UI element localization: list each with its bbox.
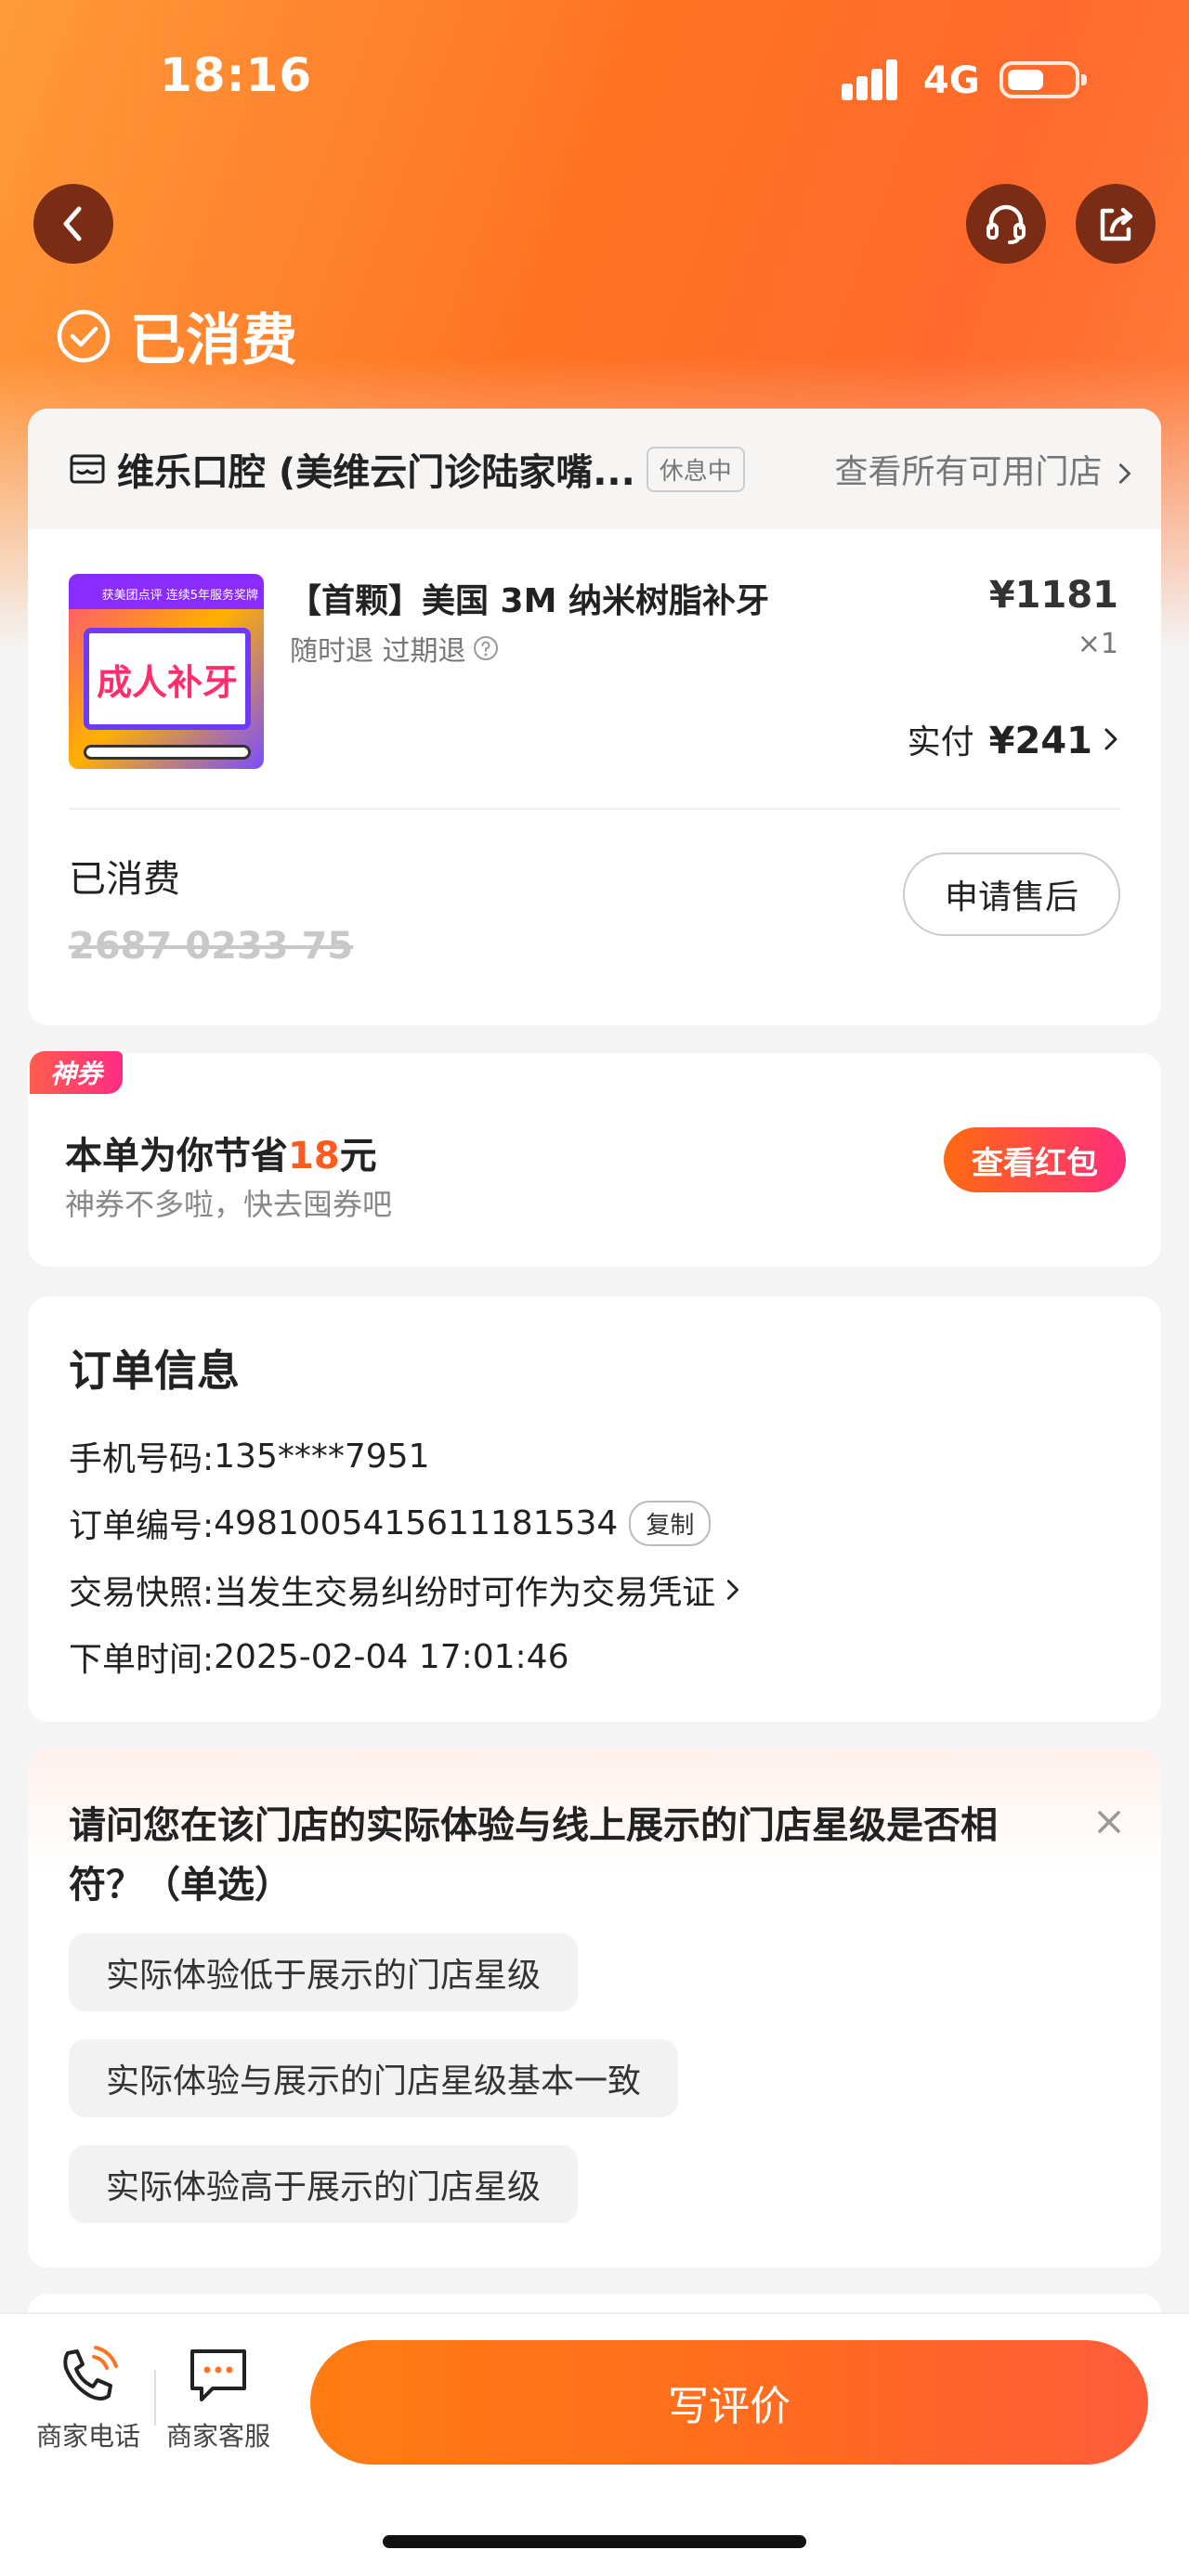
divider: [69, 808, 1120, 810]
order-time-label: 下单时间:: [69, 1641, 215, 1679]
status-bar: 18:16 4G: [0, 0, 1189, 158]
order-number-value: 4981005415611181534: [214, 1503, 619, 1542]
coupon-tag: 神券: [30, 1051, 123, 1094]
savings-line: 本单为你节省18元: [65, 1125, 377, 1179]
product-quantity: ×1: [1077, 628, 1118, 660]
chevron-left-icon: [63, 206, 82, 241]
phone-value: 135****7951: [214, 1437, 430, 1476]
thumbnail-banner: 获美团点评 连续5年服务奖牌: [69, 574, 264, 609]
chevron-right-icon: [1104, 728, 1117, 750]
paid-amount: ¥241: [988, 720, 1092, 762]
survey-option-lower[interactable]: 实际体验低于展示的门店星级: [69, 1933, 579, 2011]
divider: [154, 2370, 156, 2426]
product-title[interactable]: 【首颗】美国 3M 纳米树脂补牙: [288, 574, 769, 622]
status-time: 18:16: [160, 48, 313, 102]
store-header[interactable]: 维乐口腔 (美维云门诊陆家嘴... 休息中 查看所有可用门店: [28, 409, 1161, 529]
coupon-card: 神券 本单为你节省18元 神券不多啦，快去囤券吧 查看红包: [28, 1051, 1161, 1267]
order-time-row: 下单时间: 2025-02-04 17:01:46: [69, 1633, 568, 1681]
all-stores-label: 查看所有可用门店: [834, 453, 1103, 491]
product-tags: 随时退 过期退: [290, 628, 500, 669]
order-info-title: 订单信息: [69, 1346, 240, 1396]
thumbnail-bar: [84, 745, 251, 760]
coupon-subtitle: 神券不多啦，快去囤券吧: [65, 1187, 393, 1222]
question-icon[interactable]: [472, 634, 500, 662]
all-stores-link[interactable]: 查看所有可用门店: [835, 445, 1137, 493]
product-price: ¥1181: [988, 574, 1118, 617]
close-icon[interactable]: [1089, 1802, 1130, 1842]
survey-option-higher[interactable]: 实际体验高于展示的门店星级: [69, 2145, 579, 2223]
check-circle-icon: [57, 309, 111, 362]
phone-icon: [63, 2346, 118, 2400]
after-sale-button[interactable]: 申请售后: [903, 852, 1120, 936]
survey-question: 请问您在该门店的实际体验与线上展示的门店星级是否相符？（单选）: [69, 1804, 998, 1906]
refund-tags: 随时退 过期退: [290, 635, 466, 668]
chevron-right-icon: [1118, 463, 1131, 484]
paid-label: 实付: [907, 723, 974, 761]
copy-button[interactable]: 复制: [629, 1500, 712, 1546]
store-name[interactable]: 维乐口腔 (美维云门诊陆家嘴...: [117, 442, 635, 496]
product-thumbnail[interactable]: 获美团点评 连续5年服务奖牌 成人补牙: [69, 574, 264, 769]
snapshot-text: 当发生交易纠纷时可作为交易凭证: [214, 1574, 716, 1612]
order-status-title: 已消费: [130, 308, 297, 373]
phone-row: 手机号码: 135****7951: [69, 1432, 429, 1480]
order-status: 已消费: [56, 295, 297, 376]
snapshot-row[interactable]: 交易快照: 当发生交易纠纷时可作为交易凭证: [69, 1566, 745, 1614]
chat-icon: [190, 2349, 246, 2401]
thumbnail-panel: 成人补牙: [84, 628, 251, 730]
store-product-card: 维乐口腔 (美维云门诊陆家嘴... 休息中 查看所有可用门店 获美团点评 连续5…: [28, 409, 1161, 1025]
back-button[interactable]: [33, 184, 113, 264]
store-status-badge: 休息中: [646, 446, 745, 492]
survey-option-consistent[interactable]: 实际体验与展示的门店星级基本一致: [69, 2039, 679, 2117]
battery-icon: [1000, 61, 1087, 98]
shop-icon: [70, 454, 105, 484]
voucher-code: 2687 0233 75: [69, 925, 354, 968]
savings-suffix: 元: [339, 1135, 377, 1177]
survey-card: 请问您在该门店的实际体验与线上展示的门店星级是否相符？（单选） 实际体验低于展示…: [28, 1750, 1161, 2268]
signal-icon: [842, 59, 905, 100]
snapshot-label: 交易快照:: [69, 1574, 215, 1612]
phone-label: 手机号码:: [69, 1440, 215, 1478]
chevron-right-icon: [727, 1580, 739, 1600]
headset-icon: [986, 204, 1026, 244]
order-time-value: 2025-02-04 17:01:46: [214, 1637, 569, 1676]
merchant-chat-label: 商家客服: [165, 2421, 270, 2452]
order-info-card: 订单信息 手机号码: 135****7951 订单编号: 49810054156…: [28, 1296, 1161, 1722]
network-label: 4G: [923, 59, 980, 102]
order-number-row: 订单编号: 4981005415611181534 复制: [69, 1499, 712, 1547]
order-number-label: 订单编号:: [69, 1507, 215, 1545]
merchant-phone-label: 商家电话: [35, 2421, 140, 2452]
paid-amount-link[interactable]: 实付 ¥241: [908, 715, 1124, 763]
write-review-button[interactable]: 写评价: [310, 2340, 1148, 2465]
share-icon: [1100, 207, 1133, 241]
savings-prefix: 本单为你节省: [65, 1135, 288, 1177]
thumbnail-text: 成人补牙: [96, 661, 238, 703]
share-button[interactable]: [1076, 184, 1156, 264]
home-indicator: [383, 2535, 806, 2548]
voucher-status: 已消费: [69, 858, 180, 901]
customer-service-button[interactable]: [966, 184, 1046, 264]
merchant-chat-button[interactable]: 商家客服: [158, 2342, 279, 2453]
view-red-packet-button[interactable]: 查看红包: [944, 1127, 1126, 1192]
merchant-phone-button[interactable]: 商家电话: [28, 2342, 149, 2453]
savings-amount: 18: [288, 1135, 340, 1177]
